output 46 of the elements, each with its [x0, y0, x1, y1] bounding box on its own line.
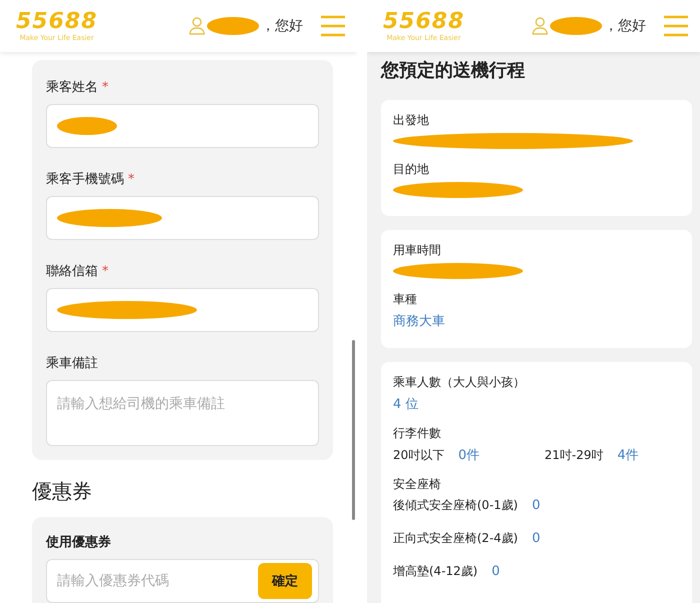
confirm-button[interactable]: 確定: [258, 563, 312, 599]
input-field[interactable]: [46, 196, 319, 240]
seat-count: 0: [532, 531, 540, 546]
field-label: 聯絡信箱: [46, 264, 98, 280]
section-heading: 優惠券: [32, 478, 93, 505]
redaction-mark: [550, 17, 602, 35]
field-label: 乘車備註: [46, 356, 98, 372]
user-icon[interactable]: [189, 17, 205, 35]
item-label: 行李件數: [393, 425, 442, 442]
menu-icon[interactable]: [321, 15, 345, 37]
item-label: 安全座椅: [393, 476, 442, 493]
redaction-mark: [207, 17, 259, 35]
greeting-text: ，您好: [604, 17, 646, 35]
input-field[interactable]: [46, 104, 319, 148]
luggage-count: 0件: [458, 447, 480, 464]
input-field[interactable]: [46, 288, 319, 332]
luggage-size: 21吋-29吋: [544, 446, 604, 464]
luggage-size: 20吋以下: [393, 446, 444, 464]
required-mark: *: [102, 264, 108, 280]
user-icon[interactable]: [532, 17, 548, 35]
item-label: 出發地: [393, 112, 430, 129]
required-mark: *: [128, 172, 134, 188]
seat-count: 0: [532, 498, 540, 513]
item-label: 車種: [393, 291, 418, 308]
item-value: 4 位: [393, 396, 420, 413]
field-label: 乘客手機號碼: [46, 172, 124, 188]
seat-type: 正向式安全座椅(2-4歲): [393, 530, 518, 547]
item-label: 乘車人數（大人與小孩）: [393, 374, 526, 391]
required-mark: *: [102, 80, 108, 96]
menu-icon[interactable]: [664, 15, 688, 37]
luggage-count: 4件: [617, 447, 639, 464]
item-label: 目的地: [393, 161, 430, 178]
seat-type: 後傾式安全座椅(0-1歲): [393, 497, 518, 514]
seat-type: 增高墊(4-12歲): [393, 563, 478, 580]
input-field[interactable]: 請輸入想給司機的乘車備註: [46, 380, 319, 446]
field-label: 乘客姓名: [46, 80, 98, 96]
redaction-mark: [57, 117, 117, 135]
logo[interactable]: 55688: [16, 10, 98, 34]
item-value: 商務大車: [393, 313, 446, 330]
greeting-text: ，您好: [261, 17, 303, 35]
seat-count: 0: [492, 564, 500, 579]
input-field[interactable]: 請輸入優惠券代碼 確定: [46, 559, 319, 603]
field-label: 使用優惠券: [46, 535, 111, 551]
page-title: 您預定的送機行程: [381, 59, 526, 82]
logo[interactable]: 55688: [383, 10, 465, 34]
item-label: 用車時間: [393, 242, 442, 259]
